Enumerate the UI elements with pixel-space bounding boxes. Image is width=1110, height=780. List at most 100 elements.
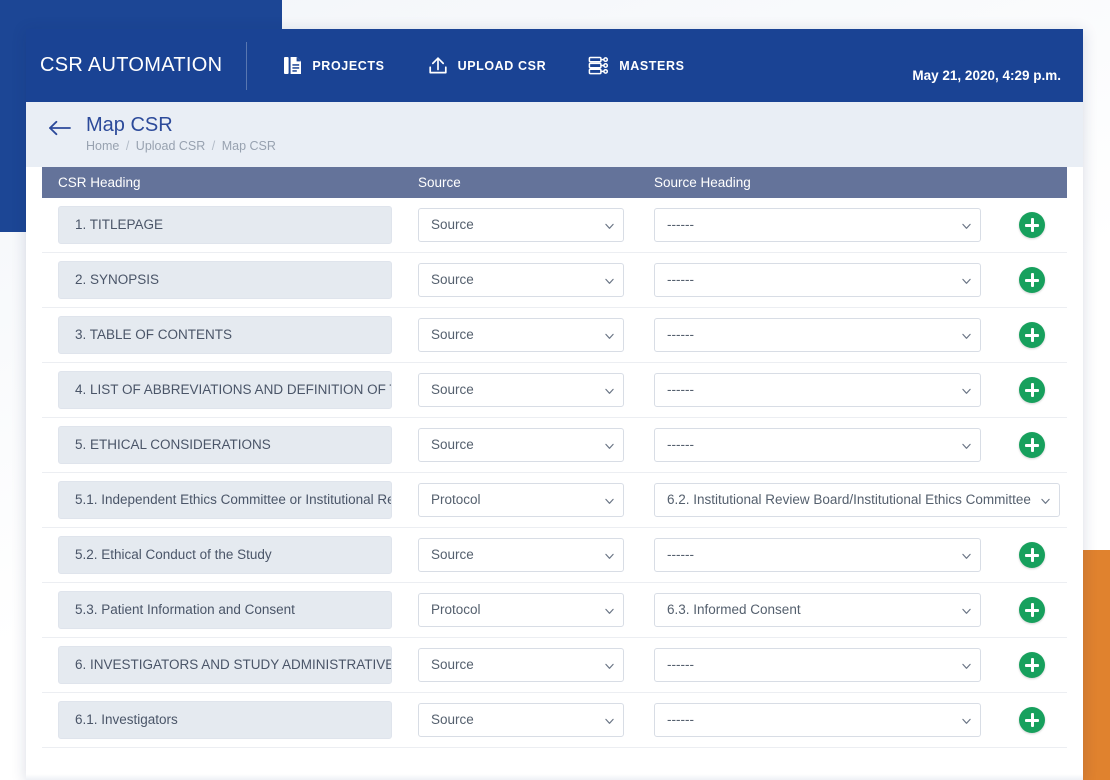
column-header-source-heading: Source Heading — [654, 175, 751, 190]
source-heading-select[interactable]: ------ — [654, 538, 981, 572]
cell-source: Protocol — [418, 483, 654, 517]
source-select-value: Source — [431, 547, 474, 562]
nav-item-projects[interactable]: PROJECTS — [283, 55, 384, 76]
table-row: 3. TABLE OF CONTENTS Source ------ — [42, 308, 1067, 363]
cell-source: Source — [418, 263, 654, 297]
chevron-down-icon — [962, 223, 971, 229]
source-select[interactable]: Protocol — [418, 483, 624, 517]
nav-item-upload-csr[interactable]: UPLOAD CSR — [427, 55, 547, 76]
cell-source-heading: 6.3. Informed Consent — [654, 593, 997, 627]
chevron-down-icon — [962, 553, 971, 559]
chevron-down-icon — [962, 663, 971, 669]
add-row-button[interactable] — [1019, 377, 1045, 403]
page-header-band: Map CSR Home / Upload CSR / Map CSR — [26, 102, 1083, 167]
chevron-down-icon — [605, 553, 614, 559]
cell-source-heading: ------ — [654, 263, 997, 297]
cell-source: Source — [418, 318, 654, 352]
chevron-down-icon — [962, 388, 971, 394]
chevron-down-icon — [605, 333, 614, 339]
decorative-orange-block-right — [1080, 550, 1110, 780]
cell-add-action — [997, 377, 1067, 403]
source-select-value: Source — [431, 327, 474, 342]
source-heading-select[interactable]: 6.2. Institutional Review Board/Institut… — [654, 483, 1060, 517]
source-select-value: Source — [431, 272, 474, 287]
source-heading-select[interactable]: ------ — [654, 648, 981, 682]
nav-item-masters[interactable]: MASTERS — [588, 55, 684, 76]
arrow-left-icon[interactable] — [48, 120, 72, 141]
chevron-down-icon — [605, 388, 614, 394]
add-row-button[interactable] — [1019, 542, 1045, 568]
source-select[interactable]: Source — [418, 263, 624, 297]
add-row-button[interactable] — [1019, 267, 1045, 293]
cell-csr-heading: 3. TABLE OF CONTENTS — [58, 316, 418, 354]
csr-heading-field: 2. SYNOPSIS — [58, 261, 392, 299]
csr-heading-field: 5. ETHICAL CONSIDERATIONS — [58, 426, 392, 464]
cell-source: Source — [418, 373, 654, 407]
source-heading-select[interactable]: ------ — [654, 703, 981, 737]
navbar-items: PROJECTS UPLOAD CSR MASTERS — [283, 55, 684, 76]
add-row-button[interactable] — [1019, 652, 1045, 678]
source-select[interactable]: Source — [418, 318, 624, 352]
add-row-button[interactable] — [1019, 432, 1045, 458]
table-row: 5. ETHICAL CONSIDERATIONS Source ------ — [42, 418, 1067, 473]
chevron-down-icon — [605, 718, 614, 724]
add-row-button[interactable] — [1019, 597, 1045, 623]
source-heading-select-value: ------ — [667, 382, 694, 397]
source-select-value: Protocol — [431, 492, 481, 507]
source-heading-select[interactable]: ------ — [654, 373, 981, 407]
cell-source: Protocol — [418, 593, 654, 627]
current-datetime: May 21, 2020, 4:29 p.m. — [912, 67, 1061, 83]
add-row-button[interactable] — [1019, 212, 1045, 238]
breadcrumb-item-home[interactable]: Home — [86, 139, 119, 153]
source-heading-select[interactable]: ------ — [654, 318, 981, 352]
upload-icon — [427, 55, 449, 76]
cell-source-heading: ------ — [654, 318, 997, 352]
chevron-down-icon — [962, 278, 971, 284]
chevron-down-icon — [962, 333, 971, 339]
page-title: Map CSR — [86, 114, 173, 136]
cell-source: Source — [418, 703, 654, 737]
source-heading-select-value: ------ — [667, 217, 694, 232]
source-select[interactable]: Source — [418, 648, 624, 682]
breadcrumb-item-upload-csr[interactable]: Upload CSR — [136, 139, 205, 153]
nav-item-masters-label: MASTERS — [619, 58, 685, 73]
table-row: 5.3. Patient Information and Consent Pro… — [42, 583, 1067, 638]
source-heading-select-value: ------ — [667, 327, 694, 342]
source-select[interactable]: Protocol — [418, 593, 624, 627]
source-select[interactable]: Source — [418, 373, 624, 407]
breadcrumb-separator: / — [125, 139, 130, 153]
source-heading-select[interactable]: ------ — [654, 263, 981, 297]
table-row: 6. INVESTIGATORS AND STUDY ADMINISTRATIV… — [42, 638, 1067, 693]
add-row-button[interactable] — [1019, 322, 1045, 348]
table-row: 2. SYNOPSIS Source ------ — [42, 253, 1067, 308]
chevron-down-icon — [962, 718, 971, 724]
source-heading-select[interactable]: ------ — [654, 208, 981, 242]
page-root: CSR AUTOMATION PROJECTS UPLOAD CSR MASTE… — [0, 0, 1110, 780]
cell-add-action — [997, 542, 1067, 568]
source-heading-select-value: ------ — [667, 712, 694, 727]
cell-add-action — [997, 267, 1067, 293]
source-select-value: Source — [431, 382, 474, 397]
source-heading-select[interactable]: ------ — [654, 428, 981, 462]
source-select-value: Source — [431, 712, 474, 727]
source-select-value: Source — [431, 217, 474, 232]
cell-csr-heading: 5.3. Patient Information and Consent — [58, 591, 418, 629]
cell-source: Source — [418, 648, 654, 682]
source-select[interactable]: Source — [418, 538, 624, 572]
cell-add-action — [1076, 487, 1083, 513]
column-header-source: Source — [418, 175, 461, 190]
cell-source-heading: ------ — [654, 648, 997, 682]
chevron-down-icon — [605, 498, 614, 504]
table-header-row: CSR Heading Source Source Heading — [42, 167, 1067, 198]
source-heading-select[interactable]: 6.3. Informed Consent — [654, 593, 981, 627]
document-icon — [283, 55, 303, 76]
source-select[interactable]: Source — [418, 703, 624, 737]
csr-heading-field: 3. TABLE OF CONTENTS — [58, 316, 392, 354]
source-select[interactable]: Source — [418, 428, 624, 462]
source-select[interactable]: Source — [418, 208, 624, 242]
nav-item-projects-label: PROJECTS — [312, 58, 385, 73]
add-row-button[interactable] — [1019, 707, 1045, 733]
csr-heading-field: 5.3. Patient Information and Consent — [58, 591, 392, 629]
cell-source: Source — [418, 428, 654, 462]
cell-add-action — [997, 597, 1067, 623]
